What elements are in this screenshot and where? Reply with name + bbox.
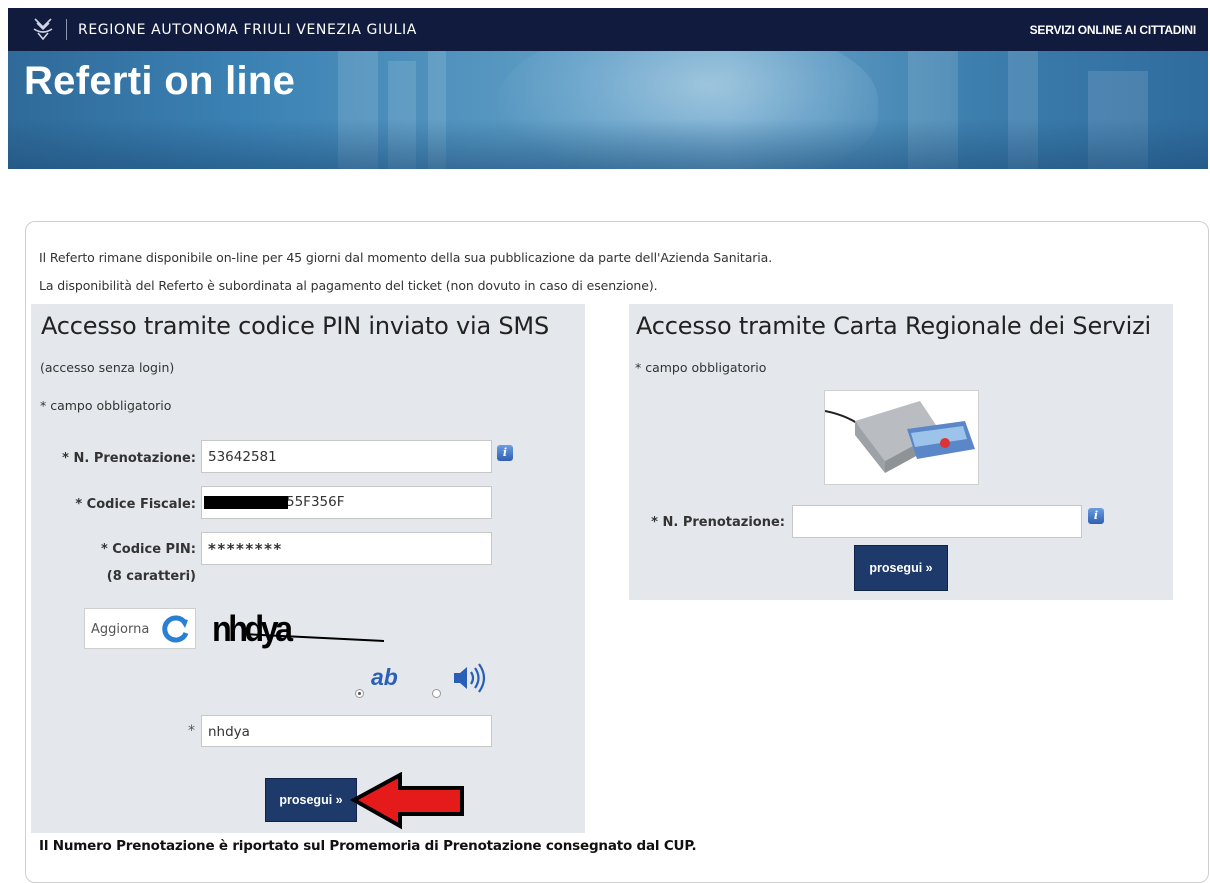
prenotazione-input[interactable]: 53642581 xyxy=(201,440,492,473)
page-title: Referti on line xyxy=(24,59,296,103)
card-submit-button[interactable]: prosegui » xyxy=(854,545,948,591)
captcha-text-mode-icon[interactable]: ab xyxy=(371,664,398,691)
card-access-title: Accesso tramite Carta Regionale dei Serv… xyxy=(636,312,1152,340)
pin-input[interactable]: ******** xyxy=(201,532,492,565)
region-name[interactable]: REGIONE AUTONOMA FRIULI VENEZIA GIULIA xyxy=(78,22,417,38)
refresh-captcha-button[interactable]: Aggiorna xyxy=(84,608,196,649)
card-reader-image xyxy=(824,390,979,485)
captcha-image: nhdya xyxy=(212,606,412,656)
intro-line-2: La disponibilità del Referto è subordina… xyxy=(39,278,658,293)
prenotazione-info-icon[interactable]: i xyxy=(497,445,513,461)
services-link[interactable]: SERVIZI ONLINE AI CITTADINI xyxy=(1030,23,1197,37)
card-prenotazione-label: * N. Prenotazione: xyxy=(651,515,785,530)
banner-shade xyxy=(8,119,1208,169)
captcha-required-star: * xyxy=(188,723,195,739)
intro-line-1: Il Referto rimane disponibile on-line pe… xyxy=(39,250,773,265)
banner: Referti on line xyxy=(8,51,1208,169)
top-bar: REGIONE AUTONOMA FRIULI VENEZIA GIULIA S… xyxy=(8,8,1208,51)
refresh-label: Aggiorna xyxy=(91,622,150,637)
refresh-icon xyxy=(162,615,189,643)
pin-access-title: Accesso tramite codice PIN inviato via S… xyxy=(41,312,549,340)
red-arrow-annotation xyxy=(350,772,464,830)
pin-label: * Codice PIN: xyxy=(100,542,196,557)
no-login-note: (accesso senza login) xyxy=(40,360,175,375)
footer-note: Il Numero Prenotazione è riportato sul P… xyxy=(39,838,697,854)
redaction-bar xyxy=(204,496,288,509)
card-prenotazione-input[interactable] xyxy=(792,505,1082,538)
codice-fiscale-label: * Codice Fiscale: xyxy=(75,497,196,512)
prenotazione-label: * N. Prenotazione: xyxy=(62,451,196,466)
required-note: * campo obbligatorio xyxy=(40,398,172,413)
captcha-line xyxy=(242,633,385,642)
pin-length-hint: (8 caratteri) xyxy=(106,569,196,584)
captcha-input[interactable]: nhdya xyxy=(201,715,492,747)
region-crest-icon[interactable] xyxy=(32,17,54,41)
card-required-note: * campo obbligatorio xyxy=(635,360,767,375)
card-prenotazione-info-icon[interactable]: i xyxy=(1088,508,1104,524)
speaker-icon[interactable] xyxy=(452,662,488,694)
captcha-text-radio[interactable] xyxy=(355,689,364,698)
card-reader-illustration xyxy=(825,401,975,473)
pin-submit-button[interactable]: prosegui » xyxy=(265,778,357,822)
header-divider xyxy=(66,19,67,40)
captcha-audio-radio[interactable] xyxy=(432,689,441,698)
